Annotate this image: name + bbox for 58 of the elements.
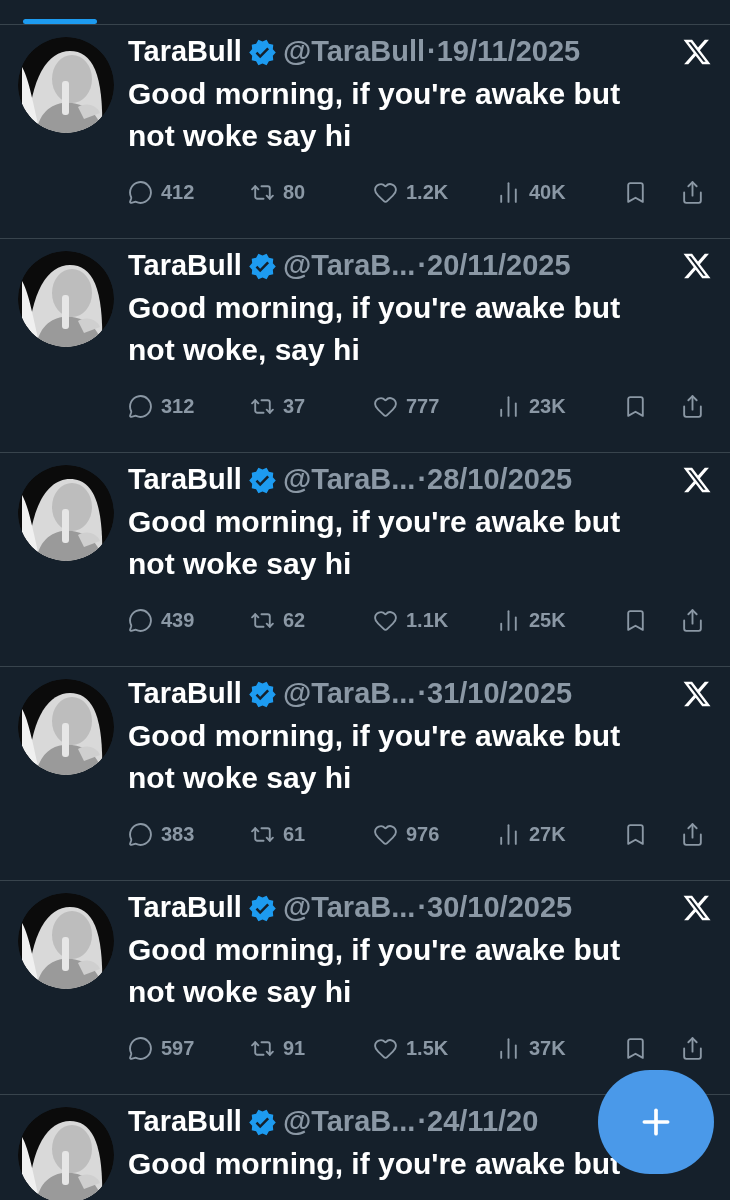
- x-logo-icon[interactable]: [682, 465, 712, 495]
- reply-icon: [128, 821, 153, 847]
- author-handle[interactable]: @TaraB...: [282, 1100, 416, 1144]
- author-name: TaraBull: [128, 34, 242, 70]
- repost-button[interactable]: 91: [250, 1033, 373, 1063]
- like-button[interactable]: 1.5K: [373, 1033, 496, 1063]
- x-logo-icon[interactable]: [682, 679, 712, 709]
- share-icon: [680, 179, 705, 205]
- views-button[interactable]: 37K: [496, 1033, 623, 1063]
- like-button[interactable]: 1.1K: [373, 605, 496, 635]
- like-button[interactable]: 1.2K: [373, 177, 496, 207]
- reply-icon: [128, 179, 153, 205]
- repost-button[interactable]: 80: [250, 177, 373, 207]
- post-date: ·31/10/2025: [417, 676, 573, 712]
- share-icon: [680, 607, 705, 633]
- author-handle[interactable]: @TaraB...: [282, 244, 416, 288]
- reply-button[interactable]: 383: [128, 819, 250, 849]
- views-button[interactable]: 27K: [496, 819, 623, 849]
- like-button[interactable]: 777: [373, 391, 496, 421]
- post-text: Good morning, if you're awake but not woke, say hi: [128, 290, 622, 368]
- repost-button[interactable]: 62: [250, 605, 373, 635]
- post-date: ·19/11/2025: [427, 34, 581, 70]
- like-button[interactable]: 976: [373, 819, 496, 849]
- post-date: ·28/10/2025: [417, 462, 573, 498]
- share-icon: [680, 821, 705, 847]
- share-icon: [680, 1035, 705, 1061]
- post-text: Good morning, if you're awake but not woke say hi: [128, 718, 622, 796]
- reply-icon: [128, 607, 153, 633]
- views-button[interactable]: 40K: [496, 177, 623, 207]
- author-name: TaraBull: [128, 248, 242, 284]
- reply-button[interactable]: 312: [128, 391, 250, 421]
- x-logo-icon[interactable]: [682, 893, 712, 923]
- reply-button[interactable]: 439: [128, 605, 250, 635]
- share-icon: [680, 393, 705, 419]
- reply-icon: [128, 393, 153, 419]
- x-logo-icon[interactable]: [682, 251, 712, 281]
- author-name: TaraBull: [128, 676, 242, 712]
- views-button[interactable]: 23K: [496, 391, 623, 421]
- post-date: ·24/11/20: [417, 1104, 539, 1140]
- views-button[interactable]: 25K: [496, 605, 623, 635]
- author-handle[interactable]: @TaraBull: [282, 30, 426, 74]
- reply-button[interactable]: 412: [128, 177, 250, 207]
- post-date: ·30/10/2025: [417, 890, 573, 926]
- repost-button[interactable]: 61: [250, 819, 373, 849]
- post-date: ·20/11/2025: [417, 248, 571, 284]
- reply-button[interactable]: 597: [128, 1033, 250, 1063]
- post-text: Good morning, if you're awake but not woke say hi: [128, 76, 622, 154]
- author-handle[interactable]: @TaraB...: [282, 672, 416, 716]
- reply-icon: [128, 1035, 153, 1061]
- author-name: TaraBull: [128, 1104, 242, 1140]
- post-text: Good morning, if you're awake but not woke say hi: [128, 932, 622, 1010]
- repost-button[interactable]: 37: [250, 391, 373, 421]
- author-handle[interactable]: @TaraB...: [282, 886, 416, 930]
- author-handle[interactable]: @TaraB...: [282, 458, 416, 502]
- author-name: TaraBull: [128, 890, 242, 926]
- x-logo-icon[interactable]: [682, 37, 712, 67]
- author-name: TaraBull: [128, 462, 242, 498]
- post-text: Good morning, if you're awake but not woke say hi: [128, 504, 622, 582]
